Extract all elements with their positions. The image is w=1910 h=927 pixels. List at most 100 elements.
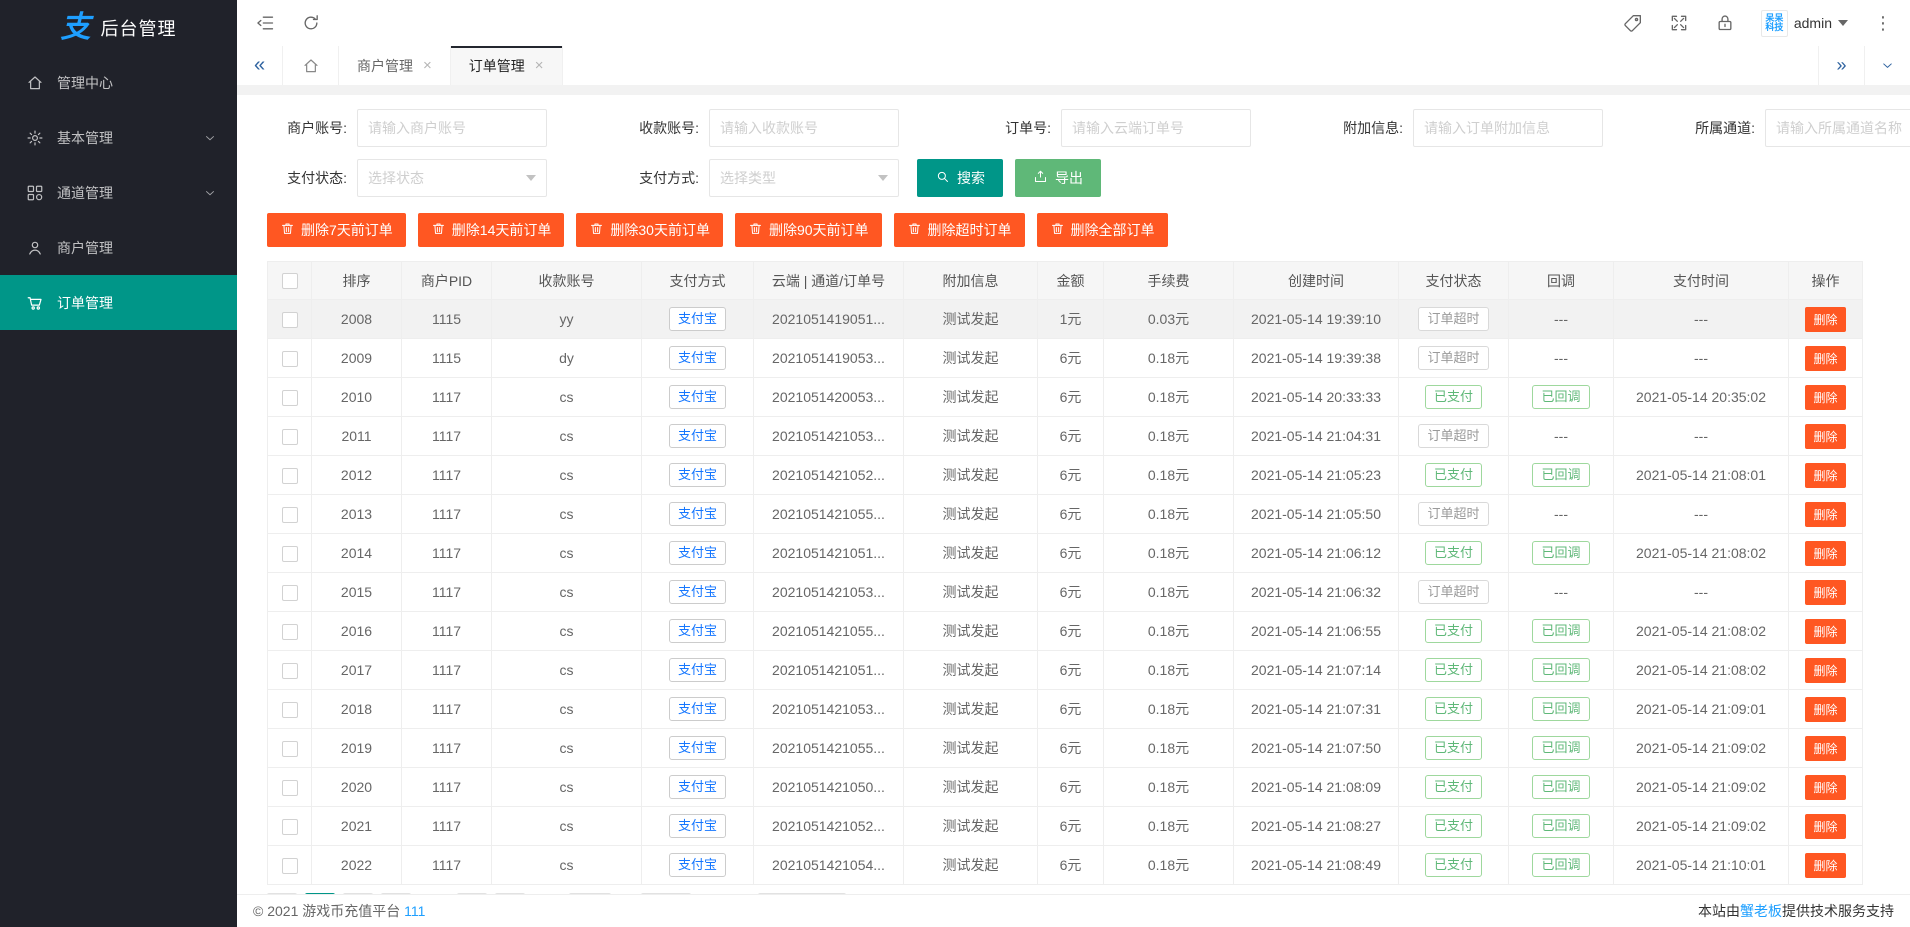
page-footer: © 2021 游戏币充值平台 111 本站由蟹老板提供技术服务支持 — [237, 894, 1910, 927]
row-merchant-pid: 1117 — [402, 768, 492, 807]
bulk-delete-button[interactable]: 删除7天前订单 — [267, 213, 406, 247]
delete-row-button[interactable]: 删除 — [1805, 502, 1845, 527]
row-checkbox[interactable] — [282, 546, 298, 562]
pay-method-badge[interactable]: 支付宝 — [669, 853, 726, 877]
delete-row-button[interactable]: 删除 — [1805, 385, 1845, 410]
filter-input[interactable] — [1061, 109, 1251, 147]
pay-method-badge[interactable]: 支付宝 — [669, 619, 726, 643]
row-checkbox[interactable] — [282, 624, 298, 640]
tab-item[interactable]: 商户管理× — [339, 46, 451, 85]
callback-badge: 已回调 — [1532, 385, 1589, 409]
row-checkbox[interactable] — [282, 585, 298, 601]
sidebar-item-home[interactable]: 管理中心 — [0, 55, 237, 110]
bulk-delete-button[interactable]: 删除90天前订单 — [735, 213, 882, 247]
pay-method-badge[interactable]: 支付宝 — [669, 541, 726, 565]
pay-status-badge: 已支付 — [1425, 658, 1482, 682]
row-callback: 已回调 — [1509, 456, 1614, 495]
row-actions: 删除 — [1789, 378, 1863, 417]
delete-row-button[interactable]: 删除 — [1805, 736, 1845, 761]
row-checkbox-cell — [268, 417, 312, 456]
filter-field: 收款账号: — [619, 109, 899, 147]
row-checkbox[interactable] — [282, 507, 298, 523]
delete-row-button[interactable]: 删除 — [1805, 346, 1845, 371]
delete-row-button[interactable]: 删除 — [1805, 424, 1845, 449]
bulk-delete-button[interactable]: 删除14天前订单 — [418, 213, 565, 247]
user-menu[interactable]: 呆呆 科技 admin — [1761, 10, 1848, 37]
sidebar-item-cart[interactable]: 订单管理 — [0, 275, 237, 330]
delete-row-button[interactable]: 删除 — [1805, 541, 1845, 566]
filter-input[interactable] — [709, 109, 899, 147]
pay-method-badge[interactable]: 支付宝 — [669, 424, 726, 448]
tab-options-button[interactable] — [1864, 46, 1910, 85]
tab-bar: « 商户管理×订单管理× » — [237, 46, 1910, 86]
pay-method-badge[interactable]: 支付宝 — [669, 697, 726, 721]
tab-home[interactable] — [283, 46, 339, 85]
bulk-delete-button[interactable]: 删除超时订单 — [894, 213, 1025, 247]
row-checkbox[interactable] — [282, 858, 298, 874]
pay-method-badge[interactable]: 支付宝 — [669, 580, 726, 604]
delete-row-button[interactable]: 删除 — [1805, 853, 1845, 878]
delete-row-button[interactable]: 删除 — [1805, 463, 1845, 488]
pay-method-badge[interactable]: 支付宝 — [669, 502, 726, 526]
row-amount: 6元 — [1038, 651, 1104, 690]
delete-row-button[interactable]: 删除 — [1805, 619, 1845, 644]
sidebar-item-gear[interactable]: 基本管理 — [0, 110, 237, 165]
pay-method-badge[interactable]: 支付宝 — [669, 385, 726, 409]
row-checkbox[interactable] — [282, 429, 298, 445]
row-checkbox[interactable] — [282, 819, 298, 835]
filter-input[interactable] — [1765, 109, 1910, 147]
export-button[interactable]: 导出 — [1015, 159, 1101, 197]
row-checkbox[interactable] — [282, 351, 298, 367]
cart-icon — [26, 294, 44, 312]
tag-icon[interactable] — [1623, 13, 1643, 33]
close-icon[interactable]: × — [535, 58, 544, 73]
filter-input[interactable] — [1413, 109, 1603, 147]
close-icon[interactable]: × — [423, 58, 432, 73]
bulk-delete-button[interactable]: 删除全部订单 — [1037, 213, 1168, 247]
row-checkbox[interactable] — [282, 663, 298, 679]
delete-row-button[interactable]: 删除 — [1805, 697, 1845, 722]
bulk-delete-button[interactable]: 删除30天前订单 — [576, 213, 723, 247]
row-checkbox[interactable] — [282, 312, 298, 328]
footer-credit-link[interactable]: 蟹老板 — [1740, 903, 1782, 919]
copyright-link[interactable]: 111 — [404, 903, 425, 919]
row-actions: 删除 — [1789, 456, 1863, 495]
row-checkbox[interactable] — [282, 468, 298, 484]
sidebar-item-component[interactable]: 通道管理 — [0, 165, 237, 220]
pay-method-badge[interactable]: 支付宝 — [669, 658, 726, 682]
pay-method-badge[interactable]: 支付宝 — [669, 736, 726, 760]
sidebar-item-user[interactable]: 商户管理 — [0, 220, 237, 275]
collapse-menu-icon[interactable] — [255, 13, 275, 33]
search-button[interactable]: 搜索 — [917, 159, 1003, 197]
tab-active[interactable]: 订单管理× — [451, 46, 563, 85]
row-pay-time: 2021-05-14 21:09:02 — [1614, 768, 1789, 807]
lock-icon[interactable] — [1715, 13, 1735, 33]
fullscreen-icon[interactable] — [1669, 13, 1689, 33]
tabs-scroll-left-button[interactable]: « — [237, 46, 283, 85]
pay-method-badge[interactable]: 支付宝 — [669, 775, 726, 799]
filter-select[interactable]: 选择类型 — [709, 159, 899, 197]
more-options-icon[interactable]: ⋮ — [1874, 13, 1892, 34]
refresh-icon[interactable] — [301, 13, 321, 33]
select-all-checkbox[interactable] — [282, 273, 298, 289]
row-account: cs — [492, 612, 642, 651]
pay-method-badge[interactable]: 支付宝 — [669, 463, 726, 487]
delete-row-button[interactable]: 删除 — [1805, 658, 1845, 683]
sidebar-item-label: 通道管理 — [57, 183, 203, 203]
pay-method-badge[interactable]: 支付宝 — [669, 814, 726, 838]
pay-method-badge[interactable]: 支付宝 — [669, 346, 726, 370]
delete-row-button[interactable]: 删除 — [1805, 307, 1845, 332]
filter-input[interactable] — [357, 109, 547, 147]
filter-select[interactable]: 选择状态 — [357, 159, 547, 197]
row-checkbox[interactable] — [282, 702, 298, 718]
tabs-scroll-right-button[interactable]: » — [1818, 46, 1864, 85]
delete-row-button[interactable]: 删除 — [1805, 580, 1845, 605]
delete-row-button[interactable]: 删除 — [1805, 775, 1845, 800]
row-checkbox[interactable] — [282, 390, 298, 406]
table-row: 20141117cs支付宝2021051421051...测试发起6元0.18元… — [268, 534, 1863, 573]
pay-method-badge[interactable]: 支付宝 — [669, 307, 726, 331]
row-fee: 0.18元 — [1104, 846, 1234, 885]
row-checkbox[interactable] — [282, 741, 298, 757]
delete-row-button[interactable]: 删除 — [1805, 814, 1845, 839]
row-checkbox[interactable] — [282, 780, 298, 796]
